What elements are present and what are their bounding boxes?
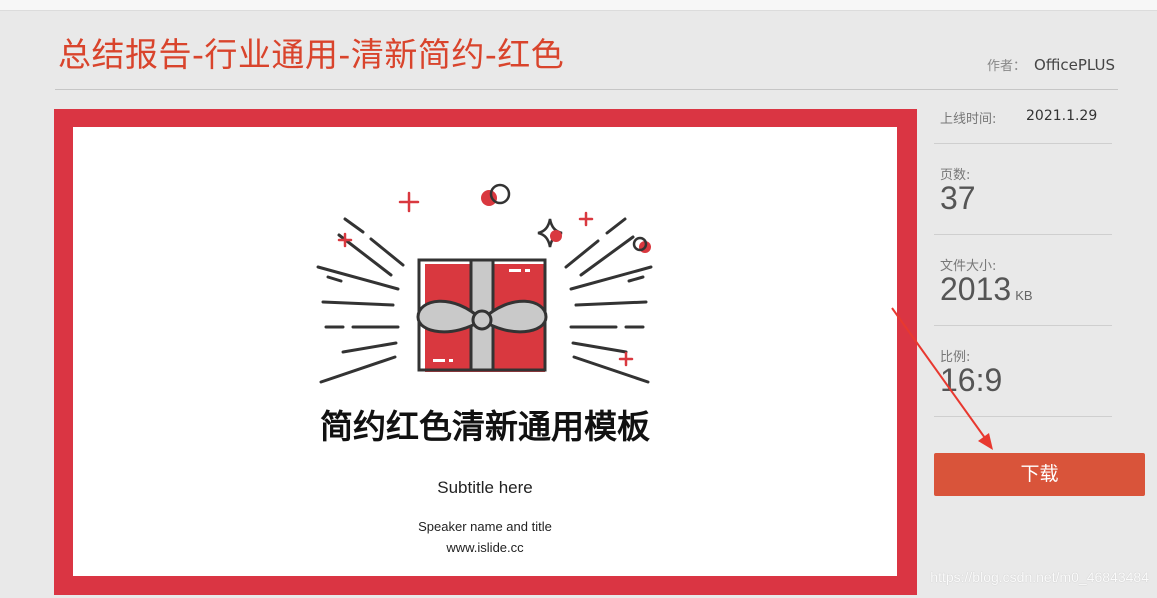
template-info-panel: 上线时间: 2021.1.29 页数: 37 文件大小: 2013 KB 比例: … bbox=[934, 97, 1112, 417]
gift-illustration bbox=[316, 183, 653, 384]
slide-thumbnail: 简约红色清新通用模板 Subtitle here Speaker name an… bbox=[73, 127, 897, 576]
info-row-date: 上线时间: 2021.1.29 bbox=[934, 97, 1112, 144]
info-row-ratio: 比例: 16:9 bbox=[934, 326, 1112, 417]
size-value-wrap: 2013 KB bbox=[940, 271, 1033, 308]
author-info: 作者： OfficePLUS bbox=[987, 55, 1115, 74]
slide-subtitle: Subtitle here bbox=[437, 478, 533, 497]
date-value: 2021.1.29 bbox=[1026, 108, 1098, 124]
watermark: https://blog.csdn.net/m0_46843484 bbox=[930, 569, 1149, 585]
top-bar bbox=[0, 0, 1157, 11]
rays-left-icon bbox=[316, 217, 405, 384]
title-divider bbox=[55, 89, 1118, 90]
size-value: 2013 bbox=[940, 271, 1012, 307]
rays-right-icon bbox=[564, 217, 653, 384]
size-unit: KB bbox=[1015, 288, 1033, 303]
slide-url: www.islide.cc bbox=[446, 540, 524, 555]
info-row-size: 文件大小: 2013 KB bbox=[934, 235, 1112, 326]
template-preview[interactable]: 简约红色清新通用模板 Subtitle here Speaker name an… bbox=[54, 109, 917, 595]
slide-speaker: Speaker name and title bbox=[418, 519, 552, 534]
slide-title: 简约红色清新通用模板 bbox=[320, 407, 650, 446]
download-button[interactable]: 下载 bbox=[934, 453, 1145, 496]
info-row-pages: 页数: 37 bbox=[934, 144, 1112, 235]
date-label: 上线时间: bbox=[940, 112, 997, 127]
ratio-value: 16:9 bbox=[940, 362, 1003, 398]
author-name[interactable]: OfficePLUS bbox=[1034, 56, 1115, 74]
page-title: 总结报告-行业通用-清新简约-红色 bbox=[58, 35, 565, 74]
author-label: 作者： bbox=[987, 59, 1027, 74]
pages-value: 37 bbox=[940, 180, 976, 216]
